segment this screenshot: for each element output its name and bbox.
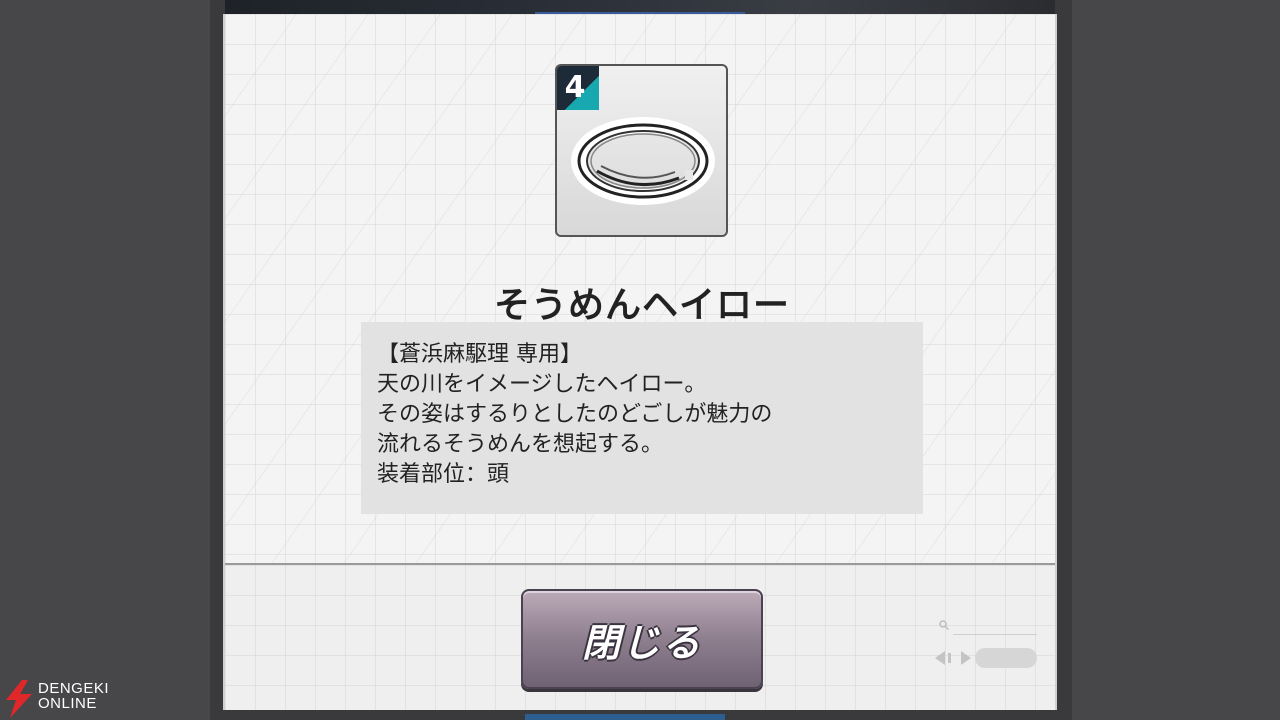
description-line: 【蒼浜麻駆理 専用】 (377, 342, 582, 367)
close-button[interactable]: 閉じる (521, 589, 763, 689)
watermark: DENGEKI ONLINE (0, 678, 130, 720)
close-button-label: 閉じる (581, 620, 702, 665)
search-icon[interactable] (939, 620, 949, 630)
item-icon-frame: 4 (555, 64, 728, 237)
left-background (0, 0, 210, 720)
left-right-arrow-icon[interactable] (935, 650, 971, 666)
item-name: そうめんヘイロー (493, 285, 790, 326)
item-detail-dialog: 4 そうめんヘイロー 【蒼浜麻駆理 専用】 天の川をイメージしたヘイロー。 その… (223, 14, 1057, 710)
description-line: その姿はするりとしたのどごしが魅力の (377, 402, 773, 427)
rarity-badge: 4 (557, 66, 599, 110)
description-line: 装着部位：頭 (377, 462, 510, 487)
bottom-strip (225, 710, 1055, 720)
item-description: 【蒼浜麻駆理 専用】 天の川をイメージしたヘイロー。 その姿はするりとしたのどご… (361, 322, 923, 514)
watermark-line2: ONLINE (38, 695, 97, 712)
right-background (1070, 0, 1280, 720)
page-indicator[interactable] (975, 648, 1037, 668)
description-line: 天の川をイメージしたヘイロー。 (377, 372, 707, 397)
lightning-logo-icon (6, 680, 32, 718)
description-line: 流れるそうめんを想起する。 (377, 432, 664, 457)
search-field-underline (953, 634, 1037, 635)
